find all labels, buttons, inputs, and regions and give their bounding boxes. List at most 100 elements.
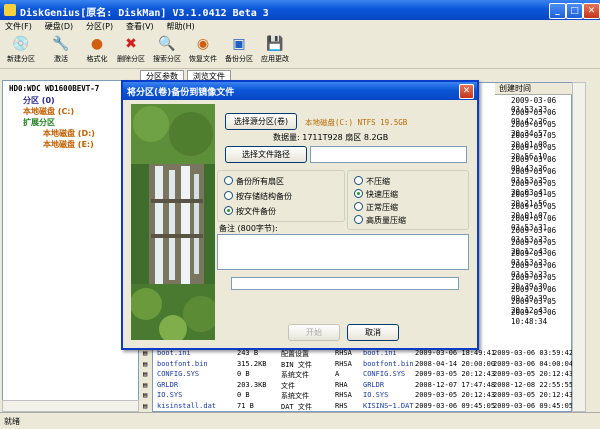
format-button[interactable]: ● 格式化 <box>80 35 114 67</box>
table-row[interactable]: ▤ GRLDR 203.3KB 文件 RHA GRLDR 2008-12-07 17:47:… <box>143 380 574 392</box>
dialog-title: 将分区(卷)备份到镜像文件 <box>127 88 235 98</box>
dialog-title-bar[interactable]: 将分区(卷)备份到镜像文件 ✕ <box>123 82 477 100</box>
file-icon: ▤ <box>143 349 148 357</box>
data-size-label: 数据量: 1711T928 扇区 8.2GB <box>273 133 389 142</box>
close-button[interactable]: ✕ <box>583 3 600 19</box>
menu-disk[interactable]: 硬盘(D) <box>40 20 78 33</box>
file-created-cell: 2008-12-08 22:55:55 <box>493 380 574 389</box>
select-source-partition-button[interactable]: 选择源分区(卷) <box>225 113 297 130</box>
status-bar: 就绪 <box>0 412 600 429</box>
file-list-vertical-scrollbar[interactable] <box>572 82 586 412</box>
file-size-cell: 0 B <box>237 370 250 378</box>
radio-high-compression[interactable]: 高质量压缩 <box>354 215 406 226</box>
tree-horizontal-scrollbar[interactable] <box>2 400 139 412</box>
file-name-cell: bootfont.bin <box>157 359 208 368</box>
menu-view[interactable]: 查看(V) <box>121 20 159 33</box>
table-row[interactable]: ▤ kisinstall.dat 71 B DAT 文件 RHS KISINS~1.DAT… <box>143 401 574 413</box>
file-attr-cell: RHSA <box>335 391 352 399</box>
menu-help[interactable]: 帮助(H) <box>162 20 200 33</box>
status-text: 就绪 <box>4 417 20 426</box>
waterfall-image <box>131 104 215 340</box>
menu-file[interactable]: 文件(F) <box>0 20 37 33</box>
toolbar: 💿 新建分区 🔧 激活 ● 格式化 ✖ 删除分区 🔍 搜索分区 ◉ 恢复文件 ▣ 备份分区 💾… <box>0 34 600 69</box>
file-icon: ▤ <box>143 370 148 378</box>
file-name-cell: IO.SYS <box>157 391 183 399</box>
tree-item-extended[interactable]: 扩展分区 <box>23 117 55 128</box>
notes-textarea[interactable] <box>217 234 469 270</box>
progress-bar <box>231 277 459 290</box>
menu-bar: 文件(F) 硬盘(D) 分区(P) 查看(V) 帮助(H) <box>0 20 600 34</box>
apply-changes-button[interactable]: 💾 应用更改 <box>258 35 292 67</box>
file-name-cell: CONFIG.SYS <box>157 370 200 378</box>
new-partition-button[interactable]: 💿 新建分区 <box>4 35 38 67</box>
column-header-created[interactable]: 创建时间 <box>495 83 575 95</box>
file-created-cell: 2009-03-06 03:59:42 <box>493 349 574 357</box>
table-row[interactable]: ▤ boot.ini 243 B 配置设置 RHSA boot.ini 2009-03-06… <box>143 349 574 360</box>
radio-no-compression[interactable]: 不压缩 <box>354 176 390 187</box>
tree-item-partition0[interactable]: 分区 (0) <box>23 95 55 106</box>
activate-button[interactable]: 🔧 激活 <box>44 35 78 67</box>
partition-info: 本地磁盘(C:) NTFS 19.5GB <box>305 118 408 127</box>
apply-icon: 💾 <box>266 36 284 52</box>
table-row[interactable]: ▤ CONFIG.SYS 0 B 系统文件 A CONFIG.SYS 2009-03-05 … <box>143 370 574 381</box>
format-icon: ● <box>90 36 104 52</box>
file-size-cell: 243 B <box>237 349 259 357</box>
recover-file-button[interactable]: ◉ 恢复文件 <box>186 35 220 67</box>
file-created-cell: 2009-03-06 09:45:05 <box>493 401 574 410</box>
file-path-input[interactable] <box>310 146 467 163</box>
delete-partition-button[interactable]: ✖ 删除分区 <box>114 35 148 67</box>
file-name-cell: kisinstall.dat <box>157 401 217 410</box>
radio-normal-compression[interactable]: 正常压缩 <box>354 202 398 213</box>
file-type-cell: 文件 <box>281 381 295 390</box>
dialog-close-button[interactable]: ✕ <box>459 84 474 99</box>
table-row[interactable]: ▤ bootfont.bin 315.2KB BIN 文件 RHSA bootfont.b… <box>143 359 573 371</box>
minimize-button[interactable]: _ <box>549 3 566 19</box>
backup-mode-group: 备份所有扇区 按存储结构备份 按文件备份 <box>217 170 345 222</box>
file-icon: ▤ <box>143 391 148 399</box>
recover-file-icon: ◉ <box>196 36 210 52</box>
file-short-name-cell: bootfont.bin <box>363 359 414 368</box>
backup-icon: ▣ <box>232 36 246 52</box>
file-modified-cell: 2009-03-05 20:12:43 <box>415 391 496 399</box>
file-type-cell: DAT 文件 <box>281 402 312 411</box>
backup-partition-button[interactable]: ▣ 备份分区 <box>222 35 256 67</box>
compression-group: 不压缩 快速压缩 正常压缩 高质量压缩 <box>347 170 469 230</box>
file-modified-cell: 2009-03-05 20:12:43 <box>415 370 496 378</box>
file-created-cell: 2009-03-05 20:12:43 <box>493 391 574 399</box>
menu-partition[interactable]: 分区(P) <box>81 20 118 33</box>
file-modified-cell: 2009-03-06 09:45:05 <box>415 401 496 410</box>
tree-item-c[interactable]: 本地磁盘 (C:) <box>23 106 74 117</box>
file-modified-cell: 2009-03-06 18:49:41 <box>415 349 496 357</box>
backup-dialog: 将分区(卷)备份到镜像文件 ✕ 选择源分区(卷) 本地磁盘(C:) NTFS 1… <box>121 80 479 350</box>
title-bar[interactable]: DiskGenius[原名: DiskMan] V3.1.0412 Beta 3… <box>0 0 600 20</box>
radio-fast-compression[interactable]: 快速压缩 <box>354 189 398 200</box>
radio-backup-all-sectors[interactable]: 备份所有扇区 <box>224 176 284 187</box>
file-type-cell: 配置设置 <box>281 350 309 358</box>
select-file-path-button[interactable]: 选择文件路径 <box>225 146 307 163</box>
start-button[interactable]: 开始 <box>288 324 340 341</box>
search-partition-button[interactable]: 🔍 搜索分区 <box>150 35 184 67</box>
table-row[interactable]: ▤ IO.SYS 0 B 系统文件 RHSA IO.SYS 2009-03-05 20:12… <box>143 391 574 402</box>
tree-item-d[interactable]: 本地磁盘 (D:) <box>43 128 95 139</box>
window-title: DiskGenius[原名: DiskMan] V3.1.0412 Beta 3 <box>20 8 269 19</box>
notes-label: 备注 (800字节): <box>219 224 278 233</box>
tree-disk[interactable]: HD0:WDC WD1600BEVT-7 <box>9 84 99 93</box>
file-attr-cell: A <box>335 370 340 378</box>
file-created-cell: 2009-03-05 20:12:43 <box>493 370 574 378</box>
file-size-cell: 315.2KB <box>237 359 267 368</box>
search-partition-icon: 🔍 <box>158 36 176 52</box>
file-icon: ▤ <box>143 380 148 389</box>
radio-backup-structure[interactable]: 按存储结构备份 <box>224 191 292 202</box>
file-size-cell: 203.3KB <box>237 380 267 389</box>
tree-item-e[interactable]: 本地磁盘 (E:) <box>43 139 94 150</box>
file-icon: ▤ <box>143 401 148 410</box>
new-partition-icon: 💿 <box>12 36 30 52</box>
file-type-cell: 系统文件 <box>281 371 309 379</box>
radio-backup-files[interactable]: 按文件备份 <box>224 206 276 217</box>
file-attr-cell: RHSA <box>335 349 352 357</box>
file-short-name-cell: GRLDR <box>363 380 385 389</box>
file-icon: ▤ <box>143 359 148 368</box>
file-modified-cell: 2008-04-14 20:00:00 <box>415 359 496 368</box>
maximize-button[interactable]: □ <box>566 3 583 19</box>
cancel-button[interactable]: 取消 <box>347 324 399 341</box>
